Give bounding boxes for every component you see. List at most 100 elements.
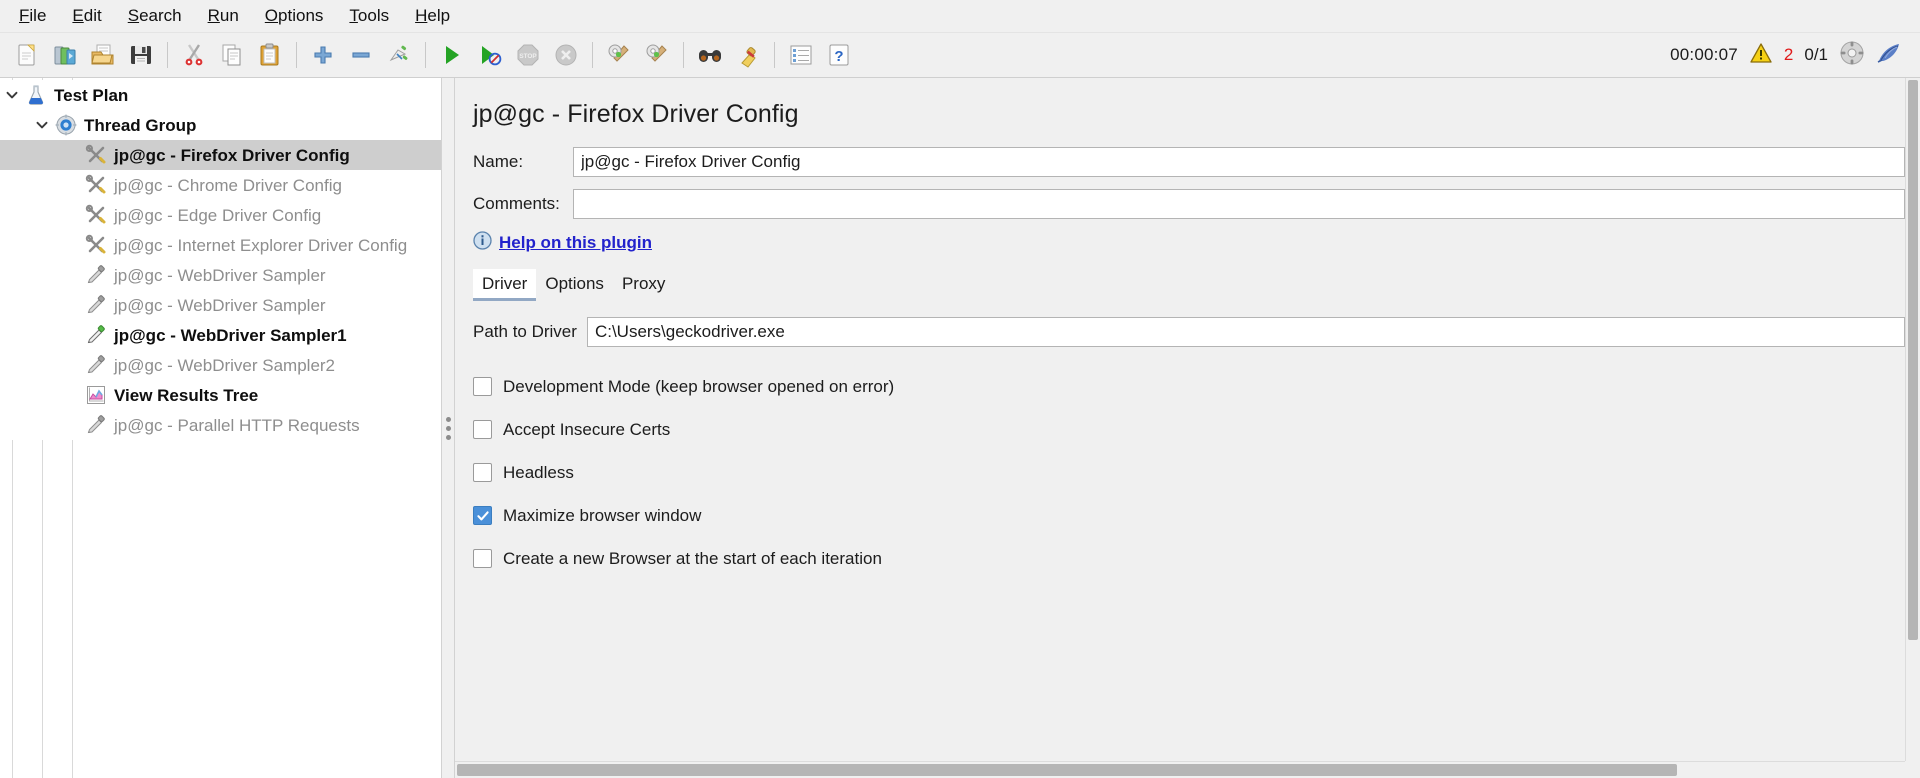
- tree-node-label: jp@gc - WebDriver Sampler: [114, 295, 326, 315]
- expand-all-button[interactable]: [304, 36, 342, 74]
- horizontal-scrollbar-thumb[interactable]: [457, 764, 1677, 776]
- tree-node[interactable]: jp@gc - Firefox Driver Config: [0, 140, 441, 170]
- new-test-plan-button[interactable]: [8, 36, 46, 74]
- driver-tab-body: Path to Driver Development Mode (keep br…: [455, 301, 1920, 580]
- checkbox-row: Create a new Browser at the start of eac…: [455, 537, 1920, 580]
- config-tabs[interactable]: Driver Options Proxy: [455, 269, 1920, 301]
- panel-splitter[interactable]: [442, 78, 455, 778]
- tree-twisty-spacer: [60, 290, 84, 320]
- remote-engines-icon[interactable]: [1839, 40, 1865, 71]
- copy-button[interactable]: [213, 36, 251, 74]
- tree-node[interactable]: jp@gc - WebDriver Sampler: [0, 290, 441, 320]
- tree-node[interactable]: jp@gc - Chrome Driver Config: [0, 170, 441, 200]
- save-button[interactable]: [122, 36, 160, 74]
- driver-config-tools-icon: [84, 143, 108, 167]
- shutdown-button: [547, 36, 585, 74]
- open-button[interactable]: [84, 36, 122, 74]
- checkbox-row: Accept Insecure Certs: [455, 408, 1920, 451]
- tree-node-label: jp@gc - Chrome Driver Config: [114, 175, 342, 195]
- main-split: Test Plan Thread Group jp@gc - Firefox Dri…: [0, 78, 1920, 778]
- tree-node[interactable]: jp@gc - WebDriver Sampler2: [0, 350, 441, 380]
- clear-button[interactable]: [600, 36, 638, 74]
- menu-edit[interactable]: Edit: [59, 2, 114, 30]
- toggle-button[interactable]: [380, 36, 418, 74]
- tree-twisty-spacer: [60, 260, 84, 290]
- clear-all-button[interactable]: [638, 36, 676, 74]
- maximize-browser-window-checkbox[interactable]: [473, 506, 492, 525]
- thread-group-gear-icon: [54, 113, 78, 137]
- jmeter-window: FileEditSearchRunOptionsToolsHelp: [0, 0, 1920, 778]
- elapsed-timer: 00:00:07: [1670, 45, 1738, 64]
- menu-tools[interactable]: Tools: [336, 2, 402, 30]
- warning-triangle-icon[interactable]: [1749, 42, 1773, 69]
- name-input[interactable]: [573, 147, 1905, 177]
- test-plan-tree-panel[interactable]: Test Plan Thread Group jp@gc - Firefox Dri…: [0, 78, 442, 778]
- start-no-timers-button[interactable]: [471, 36, 509, 74]
- horizontal-scrollbar[interactable]: [455, 761, 1905, 778]
- tree-node[interactable]: jp@gc - WebDriver Sampler1: [0, 320, 441, 350]
- tree-node-label: jp@gc - WebDriver Sampler2: [114, 355, 336, 375]
- tab-proxy[interactable]: Proxy: [613, 269, 674, 301]
- jmeter-feather-icon: [1876, 41, 1902, 70]
- page-title: jp@gc - Firefox Driver Config: [473, 100, 799, 128]
- menu-options[interactable]: Options: [252, 2, 337, 30]
- driver-checkbox-list: Development Mode (keep browser opened on…: [455, 365, 1920, 580]
- tree-node[interactable]: jp@gc - Internet Explorer Driver Config: [0, 230, 441, 260]
- flask-icon: [24, 83, 48, 107]
- help-button[interactable]: ?: [820, 36, 858, 74]
- menu-file[interactable]: File: [6, 2, 59, 30]
- tree-node-label: jp@gc - Parallel HTTP Requests: [114, 415, 360, 435]
- tree-node-label: jp@gc - Internet Explorer Driver Config: [114, 235, 408, 255]
- create-new-browser-checkbox[interactable]: [473, 549, 492, 568]
- menu-help[interactable]: Help: [402, 2, 463, 30]
- tree-node[interactable]: Thread Group: [0, 110, 441, 140]
- cut-button[interactable]: [175, 36, 213, 74]
- toolbar-search-group: [691, 36, 767, 74]
- sampler-pipette-icon: [84, 293, 108, 317]
- headless-checkbox[interactable]: [473, 463, 492, 482]
- tree-twisty-spacer: [60, 410, 84, 440]
- info-circle-icon: [473, 231, 492, 255]
- vertical-scrollbar[interactable]: [1905, 78, 1920, 778]
- comments-input[interactable]: [573, 189, 1905, 219]
- vertical-scrollbar-thumb[interactable]: [1908, 80, 1918, 640]
- collapse-all-button[interactable]: [342, 36, 380, 74]
- menu-run[interactable]: Run: [195, 2, 252, 30]
- tab-driver[interactable]: Driver: [473, 269, 537, 301]
- tree-node-label: Thread Group: [84, 115, 197, 135]
- toolbar-file-group: [8, 36, 160, 74]
- help-on-plugin-link[interactable]: Help on this plugin: [499, 233, 652, 253]
- test-plan-tree[interactable]: Test Plan Thread Group jp@gc - Firefox Dri…: [0, 78, 441, 440]
- toolbar-misc-group: ?: [782, 36, 858, 74]
- checkbox-row: Maximize browser window: [455, 494, 1920, 537]
- tree-node[interactable]: Test Plan: [0, 80, 441, 110]
- toolbar-separator: [167, 42, 168, 68]
- paste-button[interactable]: [251, 36, 289, 74]
- path-to-driver-input[interactable]: [586, 317, 1905, 347]
- scrollbar-corner: [1905, 761, 1920, 778]
- tree-twisty-spacer: [60, 140, 84, 170]
- search-button[interactable]: [691, 36, 729, 74]
- tree-node[interactable]: jp@gc - Edge Driver Config: [0, 200, 441, 230]
- tab-options[interactable]: Options: [536, 269, 613, 301]
- tree-node[interactable]: jp@gc - Parallel HTTP Requests: [0, 410, 441, 440]
- sampler-pipette-icon: [84, 353, 108, 377]
- accept-insecure-certs-checkbox[interactable]: [473, 420, 492, 439]
- function-helper-button[interactable]: [782, 36, 820, 74]
- chevron-down-icon[interactable]: [0, 80, 24, 110]
- menu-search[interactable]: Search: [115, 2, 195, 30]
- templates-button[interactable]: [46, 36, 84, 74]
- tree-node[interactable]: View Results Tree: [0, 380, 441, 410]
- development-mode-checkbox[interactable]: [473, 377, 492, 396]
- checkbox-label: Create a new Browser at the start of eac…: [503, 548, 882, 568]
- tree-node[interactable]: jp@gc - WebDriver Sampler: [0, 260, 441, 290]
- menu-bar: File Edit Search Run Options Tools Help: [0, 0, 1920, 33]
- start-button[interactable]: [433, 36, 471, 74]
- chevron-down-icon[interactable]: [30, 110, 54, 140]
- reset-search-button[interactable]: [729, 36, 767, 74]
